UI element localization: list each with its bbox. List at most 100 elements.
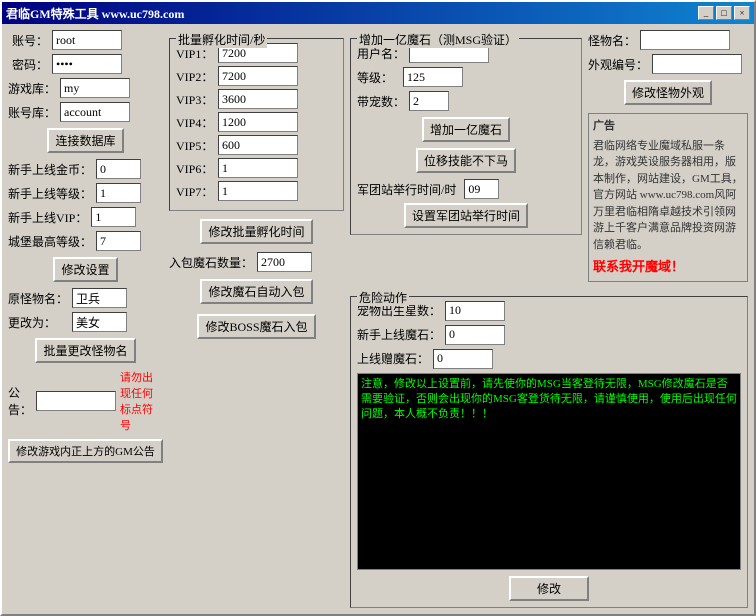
online-gift-row: 上线赠魔石： — [357, 349, 741, 369]
vip-row-5: VIP5： — [176, 135, 337, 155]
original-monster-input[interactable] — [72, 288, 127, 308]
online-gift-label: 上线赠魔石： — [357, 350, 429, 367]
monster-name-label: 怪物名： — [588, 32, 636, 49]
appearance-input[interactable] — [652, 54, 742, 74]
vip-7-input[interactable] — [218, 181, 298, 201]
connect-db-button[interactable]: 连接数据库 — [47, 128, 123, 153]
level-label: 等级： — [357, 69, 399, 86]
castle-max-row: 城堡最高等级： — [8, 231, 163, 251]
castle-max-input[interactable] — [96, 231, 141, 251]
change-to-input[interactable] — [72, 312, 127, 332]
warning-text: 注意，修改以上设置前，请先使你的MSG当客登待无限，MSG修改魔石是否需要验证，… — [357, 373, 741, 571]
army-time-row: 军团站举行时间/时 — [357, 179, 575, 199]
middle-column: 批量孵化时间/秒 VIP1： VIP2： VIP3： VIP4： VIP5： V… — [169, 30, 344, 608]
newbie-level-input[interactable] — [96, 183, 141, 203]
password-row: 密码： — [8, 54, 163, 74]
newbie-vip-input[interactable] — [91, 207, 136, 227]
online-gift-input[interactable] — [433, 349, 493, 369]
move-skill-button[interactable]: 位移技能不下马 — [416, 148, 516, 173]
vip-row-3: VIP3： — [176, 89, 337, 109]
monster-name-input[interactable] — [640, 30, 730, 50]
account-label: 账号： — [8, 32, 48, 49]
gamedb-row: 游戏库： — [8, 78, 163, 98]
password-input[interactable] — [52, 54, 122, 74]
vip-6-input[interactable] — [218, 158, 298, 178]
original-monster-row: 原怪物名： — [8, 288, 163, 308]
pet-star-input[interactable] — [445, 301, 505, 321]
vip-4-input[interactable] — [218, 112, 298, 132]
army-time-input[interactable] — [464, 179, 499, 199]
vip-6-label: VIP6： — [176, 160, 214, 177]
announcement-hint: 请勿出现任何标点符号 — [120, 369, 163, 433]
pet-count-row: 带宠数： — [357, 91, 575, 111]
vip-2-input[interactable] — [218, 66, 298, 86]
newbie-magic-input[interactable] — [445, 325, 505, 345]
gamedb-input[interactable] — [60, 78, 130, 98]
batch-change-button[interactable]: 批量更改怪物名 — [35, 338, 135, 363]
newbie-vip-label: 新手上线VIP： — [8, 209, 87, 226]
bag-magic-row: 入包魔石数量： — [169, 252, 344, 272]
vip-3-label: VIP3： — [176, 91, 214, 108]
add-magic-group-wrapper: 增加一亿魔石（测MSG验证） 用户名： 等级： 带宠数： — [350, 30, 582, 282]
main-window: 君临GM特殊工具 www.uc798.com _ □ × 账号： 密码： 游戏库… — [0, 0, 756, 616]
announcement-input[interactable] — [36, 391, 116, 411]
accountdb-label: 账号库： — [8, 104, 56, 121]
main-content: 账号： 密码： 游戏库： 账号库： 连接数据库 新手上线金币： — [2, 24, 754, 614]
modify-batch-button[interactable]: 修改批量孵化时间 — [200, 219, 312, 244]
level-input[interactable] — [403, 67, 463, 87]
vip-4-label: VIP4： — [176, 114, 214, 131]
modify-appearance-button[interactable]: 修改怪物外观 — [624, 80, 712, 105]
vip-7-label: VIP7： — [176, 183, 214, 200]
newbie-magic-row: 新手上线魔石： — [357, 325, 741, 345]
modify-boss-magic-button[interactable]: 修改BOSS魔石入包 — [197, 314, 315, 339]
accountdb-input[interactable] — [60, 102, 130, 122]
newbie-magic-label: 新手上线魔石： — [357, 326, 441, 343]
newbie-gold-row: 新手上线金币： — [8, 159, 163, 179]
modify-announcement-button[interactable]: 修改游戏内正上方的GM公告 — [8, 439, 163, 463]
castle-max-label: 城堡最高等级： — [8, 233, 92, 250]
modify-settings-button[interactable]: 修改设置 — [53, 257, 117, 282]
gamedb-label: 游戏库： — [8, 80, 56, 97]
bag-magic-input[interactable] — [257, 252, 312, 272]
vip-row-7: VIP7： — [176, 181, 337, 201]
ad-content: 君临网络专业魔域私服一条龙，游戏英设服务器相用，版本制作，网站建设，GM工具，官… — [593, 138, 743, 254]
maximize-button[interactable]: □ — [716, 6, 732, 20]
change-to-row: 更改为： — [8, 312, 163, 332]
close-button[interactable]: × — [734, 6, 750, 20]
vip-2-label: VIP2： — [176, 68, 214, 85]
newbie-gold-label: 新手上线金币： — [8, 161, 92, 178]
add-magic-button[interactable]: 增加一亿魔石 — [422, 117, 510, 142]
right-top-area: 增加一亿魔石（测MSG验证） 用户名： 等级： 带宠数： — [350, 30, 748, 282]
ad-link[interactable]: 联系我开魔域！ — [593, 257, 743, 277]
window-title: 君临GM特殊工具 www.uc798.com — [6, 5, 184, 22]
add-magic-group: 增加一亿魔石（测MSG验证） 用户名： 等级： 带宠数： — [350, 38, 582, 235]
vip-5-label: VIP5： — [176, 137, 214, 154]
newbie-vip-row: 新手上线VIP： — [8, 207, 163, 227]
ad-box: 广告 君临网络专业魔域私服一条龙，游戏英设服务器相用，版本制作，网站建设，GM工… — [588, 113, 748, 282]
newbie-level-row: 新手上线等级： — [8, 183, 163, 203]
account-input[interactable] — [52, 30, 122, 50]
account-row: 账号： — [8, 30, 163, 50]
vip-row-6: VIP6： — [176, 158, 337, 178]
title-bar: 君临GM特殊工具 www.uc798.com _ □ × — [2, 2, 754, 24]
pet-count-input[interactable] — [409, 91, 449, 111]
vip-5-input[interactable] — [218, 135, 298, 155]
newbie-gold-input[interactable] — [96, 159, 141, 179]
vip-row-2: VIP2： — [176, 66, 337, 86]
appearance-label: 外观编号： — [588, 56, 648, 73]
accountdb-row: 账号库： — [8, 102, 163, 122]
newbie-level-label: 新手上线等级： — [8, 185, 92, 202]
army-set-button[interactable]: 设置军团站举行时间 — [404, 203, 528, 228]
pet-count-label: 带宠数： — [357, 93, 405, 110]
monster-appearance-panel: 怪物名： 外观编号： 修改怪物外观 — [588, 30, 748, 107]
ad-label: 广告 — [593, 118, 743, 135]
danger-modify-button[interactable]: 修改 — [509, 576, 589, 601]
minimize-button[interactable]: _ — [698, 6, 714, 20]
announcement-label: 公告： — [8, 384, 32, 418]
vip-3-input[interactable] — [218, 89, 298, 109]
vip-rows: VIP1： VIP2： VIP3： VIP4： VIP5： VIP6： VIP7… — [176, 43, 337, 201]
modify-magic-auto-button[interactable]: 修改魔石自动入包 — [200, 279, 312, 304]
appearance-row: 外观编号： — [588, 54, 748, 74]
batch-hatch-group: 批量孵化时间/秒 VIP1： VIP2： VIP3： VIP4： VIP5： V… — [169, 38, 344, 211]
password-label: 密码： — [8, 56, 48, 73]
